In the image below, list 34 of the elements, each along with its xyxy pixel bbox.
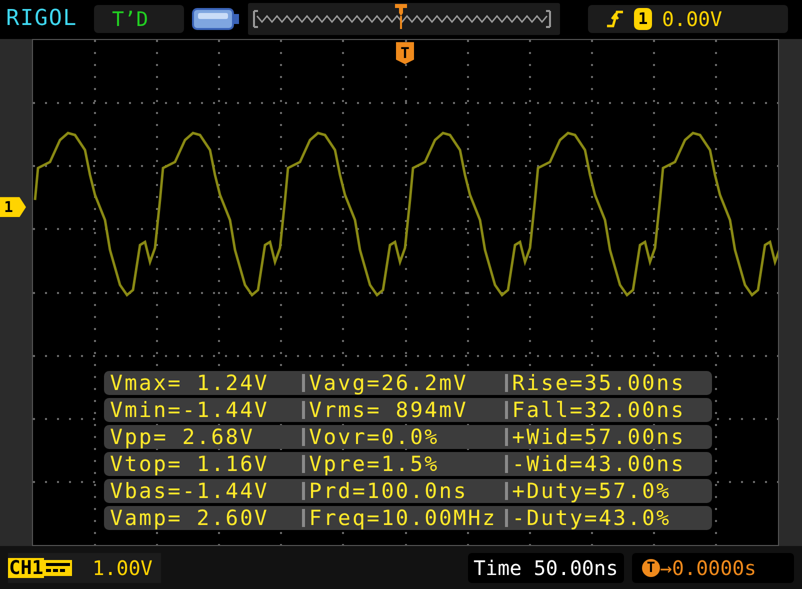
volts-per-div: 1.00V <box>92 556 153 580</box>
run-status: T’D <box>94 4 184 33</box>
measurement-value: +Wid=57.00ns <box>511 425 686 450</box>
measurement-value: Rise=35.00ns <box>511 371 686 396</box>
measurement-value: Fall=32.00ns <box>511 398 686 422</box>
measurement-value: Vrms= 894mV <box>308 398 469 422</box>
trigger-level: 0.00V <box>662 6 722 31</box>
measurement-value: +Duty=57.0% <box>511 479 671 504</box>
channel-label: CH1 <box>8 558 44 578</box>
measurement-value: Vpp= 2.68V <box>110 425 256 450</box>
trigger-offset-marker: T <box>642 558 660 577</box>
measurement-value: Vamp= 2.60V <box>110 506 270 530</box>
trigger-position-icon <box>394 2 408 29</box>
measurement-value: Vpre=1.5% <box>308 452 440 476</box>
measurement-value: -Duty=43.0% <box>511 506 671 530</box>
measurement-value: Prd=100.0ns <box>308 479 469 504</box>
measurement-value: Vovr=0.0% <box>308 425 440 450</box>
measurement-value: -Wid=43.00ns <box>511 452 686 476</box>
channel-badge: 1 <box>634 8 652 30</box>
measurement-value: Vavg=26.2mV <box>308 371 469 396</box>
brand-logo: RIGOL <box>6 6 78 32</box>
rising-edge-icon <box>606 8 624 29</box>
measurement-value: Vbas=-1.44V <box>110 479 270 504</box>
measurement-value: Vmax= 1.24V <box>110 371 270 396</box>
dc-coupling-icon <box>44 558 72 578</box>
memory-waveform-icon <box>252 8 552 30</box>
measurement-value: Vtop= 1.16V <box>110 452 270 476</box>
trigger-marker: T <box>396 42 414 64</box>
channel-marker: 1 <box>0 197 26 218</box>
measurement-value: Vmin=-1.44V <box>110 398 270 422</box>
timebase-readout: Time 50.00ns <box>468 552 624 583</box>
trigger-offset: →0.0000s <box>660 556 756 580</box>
battery-icon <box>192 6 240 31</box>
measurement-value: Freq=10.00MHz <box>308 506 498 530</box>
